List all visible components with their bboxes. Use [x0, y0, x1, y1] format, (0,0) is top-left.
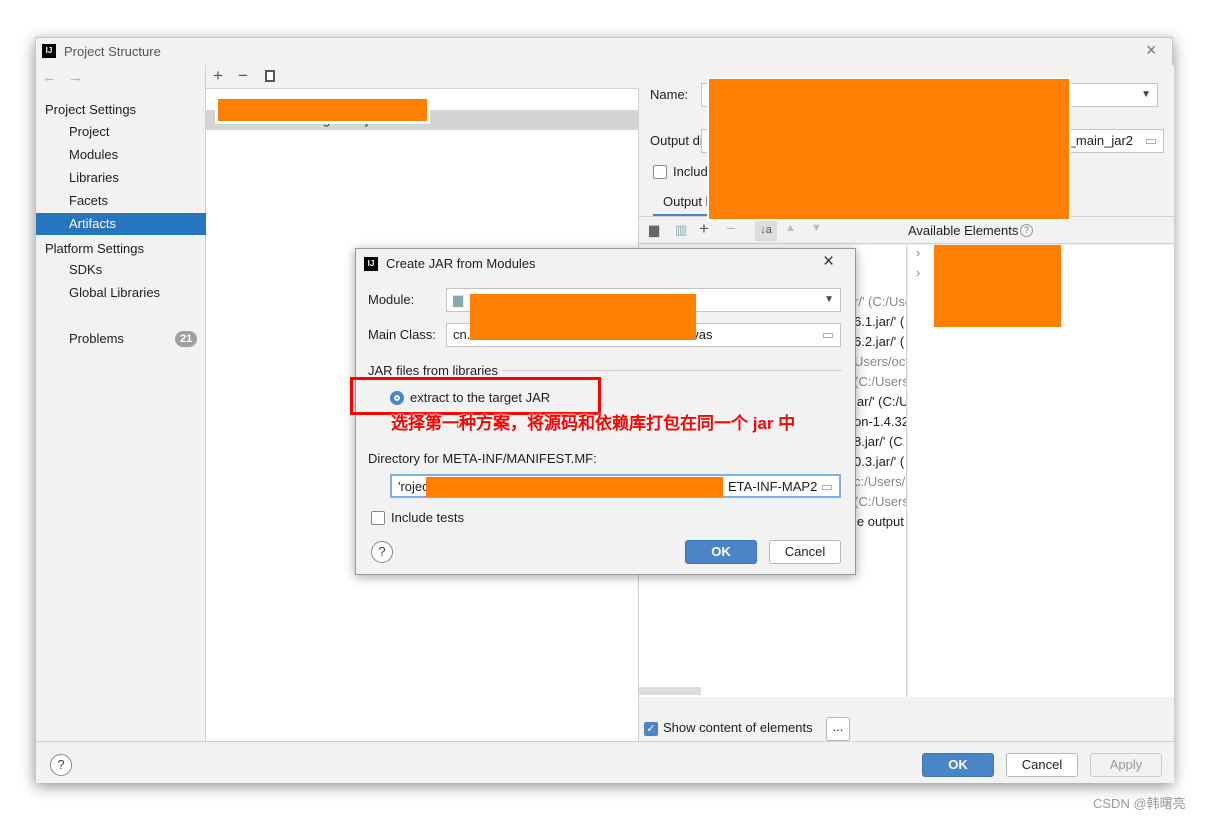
manifest-prefix: 'rojec	[398, 479, 429, 494]
include-tests-checkbox[interactable]	[371, 511, 385, 525]
redaction	[426, 477, 723, 497]
problems-count-badge: 21	[175, 331, 198, 347]
tree-item[interactable]: 8.jar/' (C	[854, 432, 903, 452]
redaction	[215, 96, 430, 124]
help-button[interactable]: ?	[371, 541, 393, 563]
new-folder-icon[interactable]: ▆	[649, 222, 659, 238]
artifacts-toolbar: + −	[206, 65, 639, 89]
module-icon: ▆	[453, 292, 463, 307]
sidebar-item-project[interactable]: Project	[36, 121, 206, 143]
move-up-icon[interactable]: ▲	[785, 222, 796, 234]
tree-item[interactable]: le output	[854, 512, 904, 532]
problems-label: Problems	[69, 331, 124, 346]
project-settings-heading: Project Settings	[45, 102, 137, 117]
show-content-label: Show content of elements	[663, 720, 813, 735]
close-icon[interactable]: ×	[1146, 40, 1157, 61]
expand-chevron-icon[interactable]: ›	[916, 245, 920, 260]
available-elements-label: Available Elements	[908, 223, 1019, 238]
cancel-button[interactable]: Cancel	[1006, 753, 1078, 777]
folder-icon[interactable]: ▭	[821, 476, 833, 496]
back-arrow-icon[interactable]: ←	[42, 69, 57, 86]
sidebar: ← → Project Settings Project Modules Lib…	[36, 65, 206, 741]
dialog-ok-button[interactable]: OK	[685, 540, 757, 564]
more-options-button[interactable]: ...	[826, 717, 850, 741]
annotation-text: 选择第一种方案，将源码和依赖库打包在同一个 jar 中	[391, 414, 796, 433]
intellij-logo: IJ	[42, 44, 56, 58]
separator	[502, 370, 842, 371]
name-label: Name:	[650, 87, 689, 102]
create-jar-dialog: IJ Create JAR from Modules × Module: ▆ ▼ …	[350, 248, 856, 575]
tree-item[interactable]: on-1.4.32	[854, 412, 906, 432]
folder-icon[interactable]: ▭	[1145, 130, 1157, 152]
include-tests-label: Include tests	[391, 510, 464, 525]
sidebar-item-global-libraries[interactable]: Global Libraries	[36, 282, 206, 304]
intellij-logo: IJ	[364, 257, 378, 271]
window-title: Project Structure	[64, 44, 161, 59]
dialog-title: Create JAR from Modules	[386, 256, 536, 271]
watermark: CSDN @韩曙亮	[1093, 796, 1186, 811]
tree-item[interactable]: 0.3.jar/' (	[854, 452, 904, 472]
sidebar-item-libraries[interactable]: Libraries	[36, 167, 206, 189]
sidebar-item-modules[interactable]: Modules	[36, 144, 206, 166]
sidebar-item-problems[interactable]: Problems 21	[36, 328, 206, 350]
ok-button[interactable]: OK	[922, 753, 994, 777]
sidebar-item-artifacts[interactable]: Artifacts	[36, 213, 206, 235]
tree-item[interactable]: (C:/Users	[854, 372, 906, 392]
tree-item[interactable]: jar/' (C:/U	[854, 392, 906, 412]
tree-item[interactable]: Users/oct	[854, 352, 906, 372]
remove-artifact-button[interactable]: −	[238, 66, 248, 86]
tree-item[interactable]: (C:/Users	[854, 492, 906, 512]
tree-item[interactable]: c:/Users/c	[854, 472, 906, 492]
folder-icon[interactable]: ▭	[822, 324, 834, 346]
archive-icon[interactable]: ▥	[675, 222, 687, 238]
help-button[interactable]: ?	[50, 754, 72, 776]
expand-chevron-icon[interactable]: ›	[916, 265, 920, 280]
output-dir-value: g_main_jar2	[1061, 133, 1133, 148]
tree-item[interactable]: 6.2.jar/' (	[854, 332, 904, 352]
apply-button[interactable]: Apply	[1090, 753, 1162, 777]
help-icon[interactable]: ?	[1020, 224, 1033, 237]
remove-element-icon[interactable]: −	[726, 219, 736, 239]
tab-output-layout[interactable]: Output l	[663, 194, 709, 209]
add-artifact-button[interactable]: +	[213, 66, 223, 86]
available-elements-tree: › ›	[908, 245, 1174, 697]
module-label: Module:	[368, 292, 415, 307]
main-class-prefix: cn.	[453, 327, 471, 342]
redaction	[934, 245, 1061, 327]
manifest-suffix: ETA-INF-MAP2	[728, 479, 818, 494]
jar-files-label: JAR files from libraries	[368, 363, 499, 378]
close-icon[interactable]: ×	[823, 251, 834, 273]
move-down-icon[interactable]: ▼	[811, 222, 822, 234]
forward-arrow-icon[interactable]: →	[68, 69, 83, 86]
horizontal-scrollbar[interactable]	[639, 687, 701, 695]
tree-item[interactable]: 6.1.jar/' (	[854, 312, 904, 332]
redaction	[707, 77, 1071, 221]
manifest-label: Directory for META-INF/MANIFEST.MF:	[368, 451, 597, 466]
dialog-cancel-button[interactable]: Cancel	[769, 540, 841, 564]
include-label: Includ	[673, 164, 708, 179]
platform-settings-heading: Platform Settings	[45, 241, 144, 256]
main-class-label: Main Class:	[368, 327, 436, 342]
output-dir-label: Output dir	[650, 133, 708, 148]
chevron-down-icon: ▼	[824, 294, 834, 305]
sidebar-item-facets[interactable]: Facets	[36, 190, 206, 212]
add-element-icon[interactable]: +	[699, 219, 709, 239]
sidebar-item-sdks[interactable]: SDKs	[36, 259, 206, 281]
include-checkbox[interactable]	[653, 165, 667, 179]
footer: ? OK Cancel Apply	[36, 741, 1174, 783]
sort-icon[interactable]: ↓a	[755, 219, 777, 241]
redaction	[470, 294, 696, 340]
tree-item[interactable]: r/' (C:/Use	[854, 292, 906, 312]
copy-icon[interactable]	[265, 70, 275, 82]
show-content-checkbox[interactable]: ✓	[644, 722, 658, 736]
